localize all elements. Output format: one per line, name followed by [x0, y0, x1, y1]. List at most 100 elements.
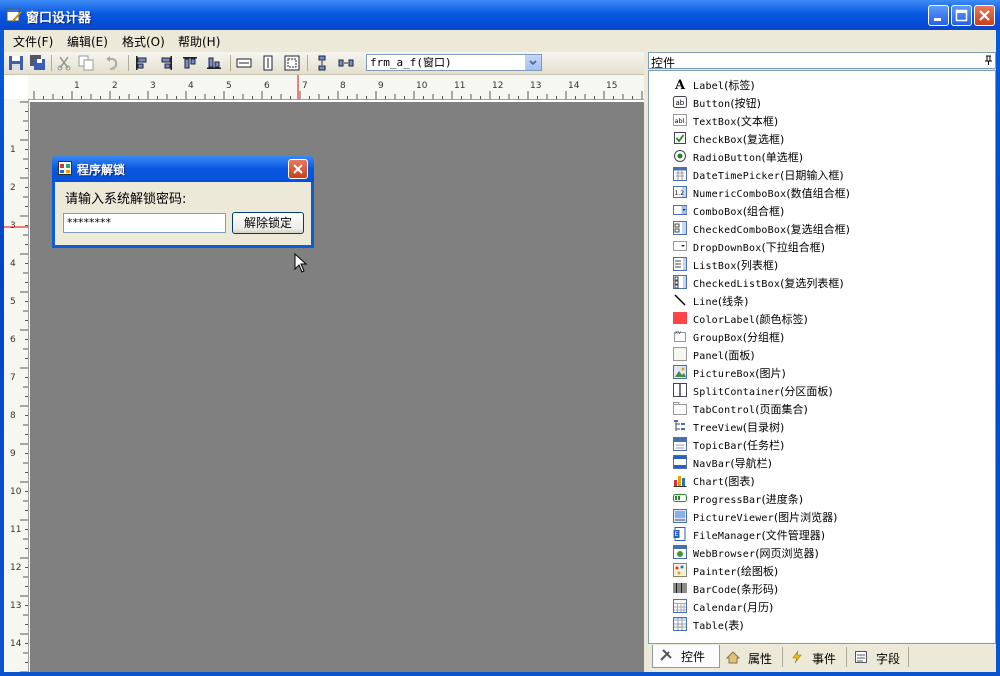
toolbox-item-label: NumericComboBox(数值组合框) [693, 185, 850, 201]
main-window: 窗口设计器 文件(F) 编辑(E) 格式(O) 帮助(H) frm_a_f(窗口… [0, 0, 1000, 676]
menu-edit[interactable]: 编辑(E) [67, 33, 108, 50]
minimize-button[interactable] [928, 5, 949, 26]
toolbox-item-navbar[interactable]: NavBar(导航栏) [649, 453, 989, 471]
toolbox-item-tabcontrol[interactable]: TabControl(页面集合) [649, 399, 989, 417]
toolbox-item-calendar[interactable]: Calendar(月历) [649, 597, 989, 615]
tab-label: 字段 [876, 652, 901, 666]
ruler-label: 3 [10, 221, 16, 231]
toolbox-item-progressbar[interactable]: ProgressBar(进度条) [649, 489, 989, 507]
minimize-icon [934, 18, 941, 21]
tab-fields[interactable]: 字段 [848, 647, 909, 667]
undo-icon[interactable] [104, 55, 120, 71]
align-bottom-icon[interactable] [206, 55, 222, 71]
toolbox-item-filemanager[interactable]: E FileManager(文件管理器) [649, 525, 989, 543]
toolbox-item-numericcombobox[interactable]: 1.2 NumericComboBox(数值组合框) [649, 183, 989, 201]
toolbox-item-checkedlistbox[interactable]: CheckedListBox(复选列表框) [649, 273, 989, 291]
toolbox-item-button[interactable]: ab Button(按钮) [649, 93, 989, 111]
toolbox-item-barcode[interactable]: BarCode(条形码) [649, 579, 989, 597]
same-height-icon[interactable] [260, 55, 276, 71]
toolbox-item-label[interactable]: A Label(标签) [649, 75, 989, 93]
ruler-label: 13 [530, 81, 541, 91]
password-field[interactable]: ******** [63, 213, 226, 233]
align-left-icon[interactable] [134, 55, 150, 71]
same-width-icon[interactable] [236, 55, 252, 71]
menu-help[interactable]: 帮助(H) [178, 33, 220, 50]
toolbox-item-groupbox[interactable]: xv GroupBox(分组框) [649, 327, 989, 345]
align-top-icon[interactable] [182, 55, 198, 71]
dropdown-button[interactable] [525, 55, 541, 70]
toolbox-item-painter[interactable]: Painter(绘图板) [649, 561, 989, 579]
toolbox-item-checkbox[interactable]: CheckBox(复选框) [649, 129, 989, 147]
close-button[interactable] [974, 5, 995, 26]
toolbox-item-webbrowser[interactable]: WebBrowser(网页浏览器) [649, 543, 989, 561]
toolbox-item-label: Painter(绘图板) [693, 563, 778, 579]
menu-format[interactable]: 格式(O) [122, 33, 165, 50]
toolbox-item-dropdownbox[interactable]: DropDownBox(下拉组合框) [649, 237, 989, 255]
toolbox-item-topicbar[interactable]: TopicBar(任务栏) [649, 435, 989, 453]
chart-icon [673, 476, 687, 487]
toolbox-item-table[interactable]: Table(表) [649, 615, 989, 633]
toolbox-item-combobox[interactable]: ComboBox(组合框) [649, 201, 989, 219]
toolbox-item-listbox[interactable]: ListBox(列表框) [649, 255, 989, 273]
toolbox-item-colorlabel[interactable]: ColorLabel(颜色标签) [649, 309, 989, 327]
toolbox-item-label: Calendar(月历) [693, 599, 773, 615]
vertical-spacing-icon[interactable] [314, 55, 330, 71]
tabcontrol-icon [673, 402, 687, 415]
toolbox-item-radiobutton[interactable]: RadioButton(单选框) [649, 147, 989, 165]
lightning-icon [792, 650, 802, 664]
control-name: ComboBox [693, 207, 743, 218]
align-right-icon[interactable] [158, 55, 174, 71]
same-size-icon[interactable] [284, 55, 300, 71]
save-icon[interactable] [8, 55, 24, 71]
toolbox-item-pictureviewer[interactable]: PictureViewer(图片浏览器) [649, 507, 989, 525]
copy-icon[interactable] [78, 55, 94, 71]
toolbox-item-label: CheckedListBox(复选列表框) [693, 275, 844, 291]
pin-icon[interactable] [983, 55, 994, 66]
toolbox-item-textbox[interactable]: abl TextBox(文本框) [649, 111, 989, 129]
colorlabel-icon [673, 312, 687, 324]
unlock-button[interactable]: 解除锁定 [232, 212, 304, 234]
tab-events[interactable]: 事件 [784, 647, 847, 667]
maximize-button[interactable] [951, 5, 972, 26]
toolbox-item-picturebox[interactable]: PictureBox(图片) [649, 363, 989, 381]
toolbox-item-label: Panel(面板) [693, 347, 755, 363]
toolbox-panel: 控件 A Label(标签) ab Button(按钮) abl TextBox(文本框)… [648, 52, 996, 672]
cut-icon[interactable] [56, 55, 72, 71]
control-caption: (列表框) [736, 259, 779, 272]
tab-label: 控件 [681, 650, 706, 664]
toolbox-item-treeview[interactable]: TreeView(目录树) [649, 417, 989, 435]
toolbox-item-splitcontainer[interactable]: SplitContainer(分区面板) [649, 381, 989, 399]
title-bar[interactable]: 窗口设计器 [0, 0, 1000, 30]
control-caption: (日期输入框) [780, 169, 844, 182]
control-name: NumericComboBox [693, 189, 787, 200]
toolbox-item-datetimepicker[interactable]: DateTimePicker(日期输入框) [649, 165, 989, 183]
menu-file[interactable]: 文件(F) [13, 33, 53, 50]
control-caption: (月历) [742, 601, 774, 614]
tools-icon [660, 649, 672, 661]
control-name: SplitContainer [693, 387, 781, 398]
toolbox-item-panel[interactable]: Panel(面板) [649, 345, 989, 363]
toolbox-item-label: DropDownBox(下拉组合框) [693, 239, 825, 255]
object-selector[interactable]: frm_a_f(窗口) [366, 54, 542, 71]
horizontal-ruler: 1 2 3 4 5 6 7 8 9 10 11 12 13 14 15 [28, 75, 644, 100]
unlock-dialog-form[interactable]: 程序解锁 请输入系统解锁密码: ******** 解除锁定 [52, 155, 314, 248]
tab-controls[interactable]: 控件 [652, 645, 720, 668]
toolbox-item-chart[interactable]: Chart(图表) [649, 471, 989, 489]
ruler-label: 9 [10, 449, 16, 459]
control-name: TopicBar [693, 441, 743, 452]
control-caption: (数值组合框) [786, 187, 850, 200]
design-surface[interactable]: 1 2 3 4 5 6 7 8 9 10 11 12 13 14 15 1 2 3 4 5 6 7 8 9 10 11 12 13 1… [4, 75, 644, 672]
tab-properties[interactable]: 属性 [720, 647, 783, 667]
save-all-icon[interactable] [30, 55, 46, 71]
filemanager-icon: E [673, 527, 686, 541]
ruler-label: 6 [264, 81, 270, 91]
progressbar-icon [673, 494, 687, 502]
horizontal-spacing-icon[interactable] [338, 55, 354, 71]
dialog-close-button[interactable] [288, 159, 308, 179]
control-caption: (图片) [755, 367, 786, 380]
toolbox-item-checkedcombobox[interactable]: CheckedComboBox(复选组合框) [649, 219, 989, 237]
dialog-title-bar[interactable]: 程序解锁 [52, 155, 314, 182]
control-name: PictureBox [693, 369, 756, 380]
svg-text:abl: abl [675, 117, 685, 125]
toolbox-item-line[interactable]: Line(线条) [649, 291, 989, 309]
